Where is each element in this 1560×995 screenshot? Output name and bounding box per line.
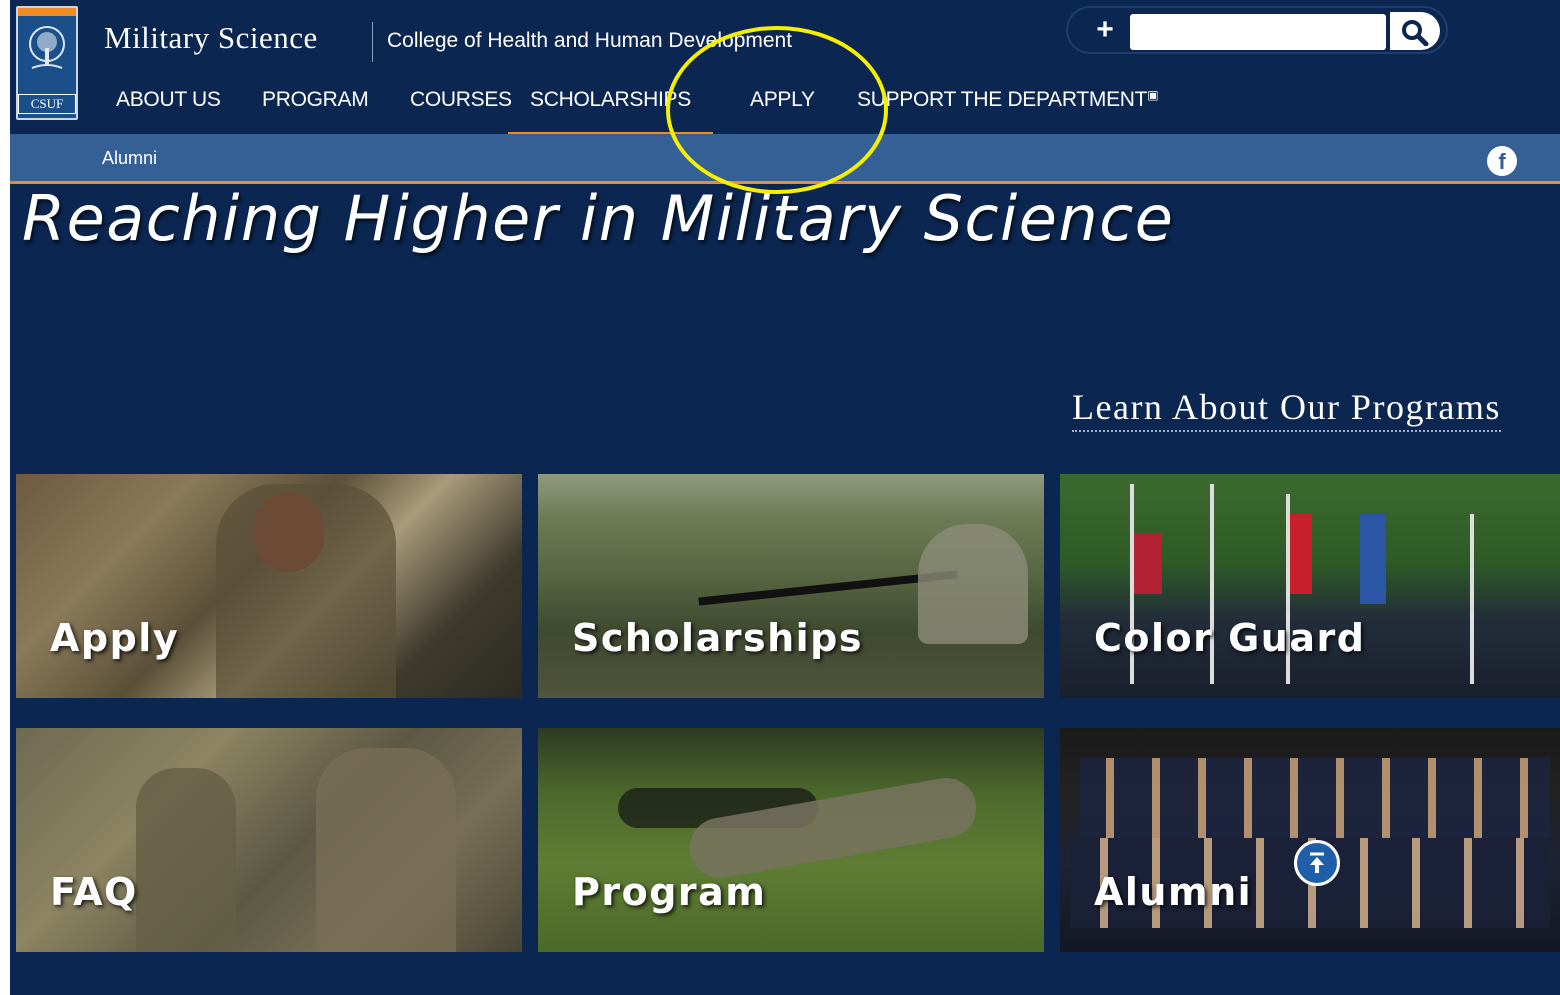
nav-about-us[interactable]: ABOUT US <box>116 88 221 132</box>
plus-icon[interactable]: + <box>1090 14 1120 46</box>
tile-faq[interactable]: FAQ <box>16 728 522 952</box>
soldier-figure <box>918 524 1028 644</box>
external-link-icon: ▣ <box>1147 88 1159 102</box>
scroll-to-top-button[interactable] <box>1294 840 1340 886</box>
nav-courses[interactable]: COURSES <box>410 88 512 132</box>
search-bar: + <box>1066 6 1448 54</box>
flag-shape <box>1290 514 1312 594</box>
logo-accent-bar <box>18 8 76 16</box>
tile-label: Alumni <box>1094 870 1253 914</box>
tile-program[interactable]: Program <box>538 728 1044 952</box>
tree-icon <box>29 26 65 69</box>
flag-shape <box>1134 534 1162 594</box>
nav-support-the-department[interactable]: SUPPORT THE DEPARTMENT▣ <box>857 88 1159 132</box>
flag-shape <box>1360 514 1386 604</box>
tile-scholarships[interactable]: Scholarships <box>538 474 1044 698</box>
soldier-head <box>254 492 324 572</box>
facebook-icon[interactable]: f <box>1487 146 1517 176</box>
search-icon <box>1402 20 1429 46</box>
tile-label: Program <box>572 870 767 914</box>
hero-title: Reaching Higher in Military Science <box>22 182 1175 255</box>
tile-label: Color Guard <box>1094 616 1366 660</box>
programs-heading[interactable]: Learn About Our Programs <box>1072 386 1501 432</box>
highlight-circle <box>666 26 888 194</box>
csuf-logo[interactable]: CSUF <box>16 6 78 120</box>
page: CSUF Military Science College of Health … <box>10 0 1560 995</box>
search-button[interactable] <box>1390 12 1440 50</box>
nav-label: SUPPORT THE DEPARTMENT <box>857 88 1148 111</box>
tile-color-guard[interactable]: Color Guard <box>1060 474 1560 698</box>
nav-label: COURSES <box>410 88 512 111</box>
nav-program[interactable]: PROGRAM <box>262 88 369 132</box>
arrow-up-icon <box>1310 852 1324 873</box>
title-divider <box>372 22 373 62</box>
tile-label: Apply <box>50 616 180 660</box>
group-row <box>1080 758 1550 838</box>
nav-label: ABOUT US <box>116 88 221 111</box>
soldier-figure <box>316 748 456 952</box>
soldier-figure <box>136 768 236 952</box>
site-title[interactable]: Military Science <box>104 20 318 56</box>
search-input[interactable] <box>1130 14 1386 50</box>
logo-text: CSUF <box>18 94 76 114</box>
tile-label: Scholarships <box>572 616 863 660</box>
tile-apply[interactable]: Apply <box>16 474 522 698</box>
nav-label: PROGRAM <box>262 88 369 111</box>
subnav-alumni-link[interactable]: Alumni <box>102 148 157 169</box>
tile-label: FAQ <box>50 870 138 914</box>
flag-pole <box>1470 514 1474 684</box>
